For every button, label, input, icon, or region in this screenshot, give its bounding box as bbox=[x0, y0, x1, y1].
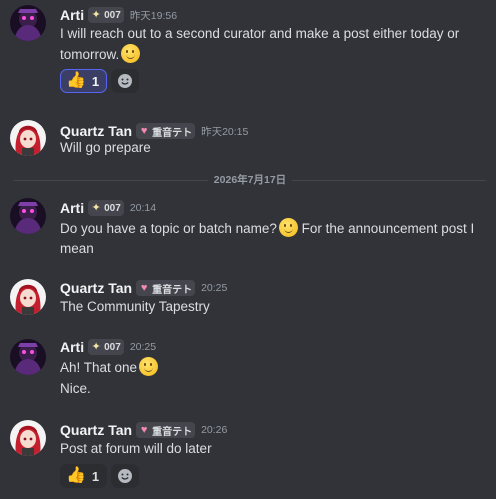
message-text: The Community Tapestry bbox=[60, 299, 210, 314]
username[interactable]: Quartz Tan bbox=[60, 422, 132, 438]
server-tag-label: 重音テト bbox=[152, 284, 193, 296]
slightly-smiling-face-icon bbox=[278, 218, 298, 237]
thumbs-up-icon: 👍 bbox=[66, 467, 86, 484]
message-group: Quartz Tan ♥ 重音テト 昨天20:15 Will go prepar… bbox=[0, 110, 496, 160]
server-tag-label: 重音テト bbox=[152, 127, 193, 139]
reaction-thumbs-up[interactable]: 👍 1 bbox=[60, 69, 108, 93]
server-tag-label: 007 bbox=[104, 202, 121, 214]
message-group: Arti ✦ 007 20:25 Ah! That one Nice. bbox=[0, 332, 496, 404]
reaction-count: 1 bbox=[91, 73, 100, 89]
timestamp[interactable]: 20:25 bbox=[130, 341, 156, 353]
thumbs-up-icon: 👍 bbox=[66, 72, 86, 89]
avatar[interactable] bbox=[10, 5, 46, 41]
message-content: Post at forum will do later bbox=[60, 439, 490, 459]
purple-character-avatar-icon bbox=[10, 339, 46, 375]
server-tag-label: 007 bbox=[104, 341, 121, 353]
message-header: Arti ✦ 007 昨天19:56 bbox=[60, 6, 177, 24]
username[interactable]: Arti bbox=[60, 7, 84, 23]
message-content: The Community Tapestry bbox=[60, 297, 490, 317]
message-group: Quartz Tan ♥ 重音テト 20:25 The Community Ta… bbox=[0, 272, 496, 322]
sparkle-icon: ✦ bbox=[91, 202, 101, 214]
date-divider: 2026年7月17日 bbox=[14, 172, 486, 188]
red-hair-character-avatar-icon bbox=[10, 120, 46, 156]
heart-icon: ♥ bbox=[140, 125, 148, 137]
date-divider-label: 2026年7月17日 bbox=[207, 172, 293, 188]
message-group: Arti ✦ 007 20:14 Do you have a topic or … bbox=[0, 192, 496, 262]
add-reaction-button[interactable] bbox=[111, 69, 140, 93]
avatar[interactable] bbox=[10, 279, 46, 315]
message-header: Quartz Tan ♥ 重音テト 20:26 bbox=[60, 421, 227, 439]
server-tag[interactable]: ♥ 重音テト bbox=[136, 123, 196, 139]
reaction-count: 1 bbox=[91, 468, 100, 484]
avatar[interactable] bbox=[10, 198, 46, 234]
username[interactable]: Quartz Tan bbox=[60, 280, 132, 296]
avatar[interactable] bbox=[10, 339, 46, 375]
username[interactable]: Arti bbox=[60, 339, 84, 355]
message-header: Arti ✦ 007 20:25 bbox=[60, 338, 156, 356]
server-tag-label: 重音テト bbox=[152, 426, 193, 438]
message-text: Post at forum will do later bbox=[60, 441, 212, 456]
message-content: Nice. bbox=[60, 379, 490, 399]
add-reaction-icon bbox=[118, 469, 133, 483]
timestamp[interactable]: 昨天19:56 bbox=[130, 8, 177, 23]
message-content: Ah! That one bbox=[60, 357, 490, 378]
timestamp[interactable]: 20:14 bbox=[130, 202, 156, 214]
username[interactable]: Quartz Tan bbox=[60, 123, 132, 139]
chat-message-list: Arti ✦ 007 昨天19:56 I will reach out to a… bbox=[0, 0, 496, 499]
reactions-bar: 👍 1 bbox=[60, 464, 140, 488]
message-content: Will go prepare bbox=[60, 138, 490, 158]
server-tag[interactable]: ♥ 重音テト bbox=[136, 280, 196, 296]
avatar[interactable] bbox=[10, 420, 46, 456]
add-reaction-icon bbox=[118, 74, 133, 88]
add-reaction-button[interactable] bbox=[111, 464, 140, 488]
server-tag[interactable]: ✦ 007 bbox=[88, 7, 124, 23]
message-text: Nice. bbox=[60, 381, 91, 396]
server-tag[interactable]: ✦ 007 bbox=[88, 339, 124, 355]
timestamp[interactable]: 20:25 bbox=[201, 282, 227, 294]
message-text: Will go prepare bbox=[60, 140, 151, 155]
message-header: Quartz Tan ♥ 重音テト 20:25 bbox=[60, 279, 227, 297]
reaction-thumbs-up[interactable]: 👍 1 bbox=[60, 464, 108, 488]
red-hair-character-avatar-icon bbox=[10, 279, 46, 315]
sparkle-icon: ✦ bbox=[91, 9, 101, 21]
heart-icon: ♥ bbox=[140, 282, 148, 294]
red-hair-character-avatar-icon bbox=[10, 420, 46, 456]
message-group: Quartz Tan ♥ 重音テト 20:26 Post at forum wi… bbox=[0, 414, 496, 499]
server-tag[interactable]: ✦ 007 bbox=[88, 200, 124, 216]
avatar[interactable] bbox=[10, 120, 46, 156]
message-text: Ah! That one bbox=[60, 360, 138, 375]
message-text: Do you have a topic or batch name? bbox=[60, 221, 277, 236]
message-content: Do you have a topic or batch name? For t… bbox=[60, 218, 490, 259]
server-tag-label: 007 bbox=[104, 9, 121, 21]
sparkle-icon: ✦ bbox=[91, 341, 101, 353]
heart-icon: ♥ bbox=[140, 424, 148, 436]
timestamp[interactable]: 昨天20:15 bbox=[201, 124, 248, 139]
slightly-smiling-face-icon bbox=[139, 357, 159, 376]
message-group: Arti ✦ 007 昨天19:56 I will reach out to a… bbox=[0, 0, 496, 100]
purple-character-avatar-icon bbox=[10, 198, 46, 234]
slightly-smiling-face-icon bbox=[121, 44, 141, 63]
message-header: Arti ✦ 007 20:14 bbox=[60, 199, 156, 217]
message-content: I will reach out to a second curator and… bbox=[60, 24, 490, 65]
timestamp[interactable]: 20:26 bbox=[201, 424, 227, 436]
reactions-bar: 👍 1 bbox=[60, 69, 140, 93]
username[interactable]: Arti bbox=[60, 200, 84, 216]
purple-character-avatar-icon bbox=[10, 5, 46, 41]
server-tag[interactable]: ♥ 重音テト bbox=[136, 422, 196, 438]
message-text: I will reach out to a second curator and… bbox=[60, 26, 460, 62]
